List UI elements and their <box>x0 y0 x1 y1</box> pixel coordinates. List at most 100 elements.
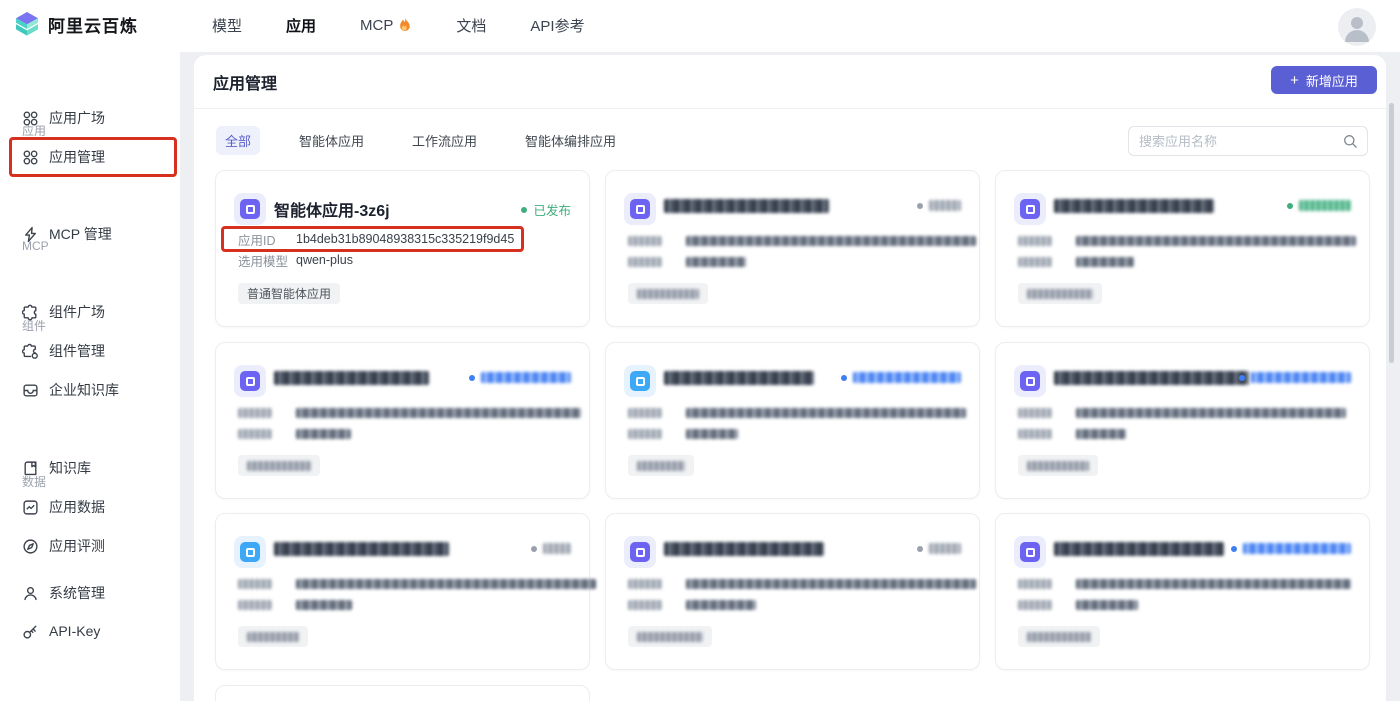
app-card[interactable] <box>215 513 596 670</box>
agent-app-icon <box>234 193 266 225</box>
app-status-redacted <box>853 372 961 383</box>
app-card[interactable]: 智能体应用-3z6j 应用ID 1b4deb31b89048938315c33521… <box>215 170 590 327</box>
app-model-value-redacted <box>296 600 352 610</box>
nav-item-5[interactable]: API参考 <box>530 15 584 36</box>
sidebar-item-企业知识库[interactable]: 企业知识库 <box>0 371 180 409</box>
nav-item-3[interactable]: MCP <box>360 17 412 34</box>
fire-icon <box>400 17 411 32</box>
app-status <box>1287 200 1351 211</box>
app-icon-glyph <box>245 547 255 557</box>
app-id-value-redacted <box>686 579 976 589</box>
app-card[interactable] <box>605 342 980 499</box>
meta-row-app-model-redacted <box>628 254 746 270</box>
app-icon-inner <box>240 542 260 562</box>
app-type-tag-redacted <box>238 455 320 476</box>
mcp-icon <box>25 226 36 242</box>
app-status <box>469 372 571 383</box>
status-dot-icon <box>1231 545 1237 552</box>
app-type-tag-redacted <box>628 283 708 304</box>
meta-row-app-model-redacted <box>628 597 756 613</box>
search-icon[interactable] <box>1343 134 1358 149</box>
app-icon-inner <box>1020 542 1040 562</box>
status-dot-icon <box>1287 202 1293 209</box>
sidebar-item-应用广场[interactable]: 应用广场 <box>0 99 180 137</box>
app-status-redacted <box>1299 200 1351 211</box>
tab-2[interactable]: 智能体应用 <box>290 126 373 155</box>
app-type-tag-redacted <box>238 626 308 647</box>
sidebar-item-应用数据[interactable]: 应用数据 <box>0 488 180 526</box>
nav-item-label: API参考 <box>530 17 585 35</box>
app-icon-glyph <box>1025 547 1035 557</box>
meta-row-app-model-redacted <box>1018 254 1134 270</box>
tab-3[interactable]: 工作流应用 <box>403 126 486 155</box>
app-status <box>841 372 961 383</box>
app-icon-inner <box>630 542 650 562</box>
app-model-label-redacted <box>238 429 272 439</box>
tag-redacted <box>637 460 685 471</box>
workflow-app-icon <box>624 365 656 397</box>
top-navigation: 模型 应用 MCP 文档 API参考 <box>212 0 585 50</box>
sidebar-item-mcp-管理[interactable]: MCP 管理 <box>0 215 180 253</box>
sidebar-item-知识库[interactable]: 知识库 <box>0 449 180 487</box>
app-status-redacted <box>929 200 961 211</box>
tag-redacted <box>1027 631 1091 642</box>
tag-redacted <box>247 631 299 642</box>
meta-row-app-model-redacted <box>238 597 352 613</box>
user-avatar[interactable] <box>1338 8 1376 46</box>
meta-row-app-model-redacted <box>1018 426 1126 442</box>
sidebar-item-组件管理[interactable]: 组件管理 <box>0 332 180 370</box>
tag-redacted <box>1027 460 1089 471</box>
person-icon <box>1345 17 1369 42</box>
app-card-partial[interactable] <box>215 685 590 701</box>
app-status-redacted <box>1251 372 1351 383</box>
app-id-value-redacted <box>686 236 976 246</box>
app-id-value-redacted <box>1076 408 1346 418</box>
app-type-tag-redacted <box>628 626 712 647</box>
meta-row-app-id-redacted <box>238 576 596 592</box>
app-icon-inner <box>630 199 650 219</box>
search-input[interactable] <box>1129 133 1343 149</box>
app-card[interactable] <box>995 342 1370 499</box>
sidebar-item-系统管理[interactable]: 系统管理 <box>0 574 180 612</box>
header-divider <box>194 108 1386 109</box>
app-status <box>1239 372 1351 383</box>
sidebar-item-label: 组件管理 <box>49 343 105 359</box>
add-app-button[interactable]: + 新增应用 <box>1271 66 1377 94</box>
sidebar-item-api-key[interactable]: API-Key <box>0 612 180 650</box>
scrollbar-thumb[interactable] <box>1389 103 1394 363</box>
app-id-value-redacted <box>296 408 581 418</box>
app-title-redacted <box>274 371 429 385</box>
nav-item-1[interactable]: 模型 <box>212 15 242 36</box>
tab-4[interactable]: 智能体编排应用 <box>516 126 625 155</box>
app-card[interactable] <box>995 170 1370 327</box>
app-model-label-redacted <box>1018 600 1052 610</box>
app-card[interactable] <box>995 513 1370 670</box>
puzzle-icon <box>22 304 37 320</box>
brand-logo[interactable]: 阿里云百炼 <box>14 11 138 37</box>
nav-item-4[interactable]: 文档 <box>456 15 486 36</box>
app-card[interactable] <box>605 513 980 670</box>
book-icon <box>24 460 37 475</box>
sidebar-item-应用管理[interactable]: 应用管理 <box>0 138 180 176</box>
app-model-label-redacted <box>628 429 662 439</box>
app-card[interactable] <box>605 170 980 327</box>
sidebar-item-label: 组件广场 <box>49 304 105 320</box>
tab-1[interactable]: 全部 <box>216 125 261 155</box>
add-app-button-label: 新增应用 <box>1305 73 1358 89</box>
app-status <box>531 543 571 554</box>
nav-item-2[interactable]: 应用 <box>286 15 316 36</box>
app-status <box>1231 543 1351 554</box>
app-model-label-redacted <box>1018 429 1052 439</box>
agent-app-icon <box>234 365 266 397</box>
app-id-label: 应用ID <box>238 233 276 248</box>
sidebar-item-组件广场[interactable]: 组件广场 <box>0 293 180 331</box>
sidebar-item-应用评测[interactable]: 应用评测 <box>0 527 180 565</box>
app-model-value-redacted <box>686 600 756 610</box>
brand-name: 阿里云百炼 <box>48 16 138 36</box>
nav-item-label: MCP <box>360 16 394 34</box>
page-title: 应用管理 <box>213 76 278 93</box>
sidebar-item-label: 系统管理 <box>49 585 105 601</box>
agent-app-icon <box>1014 536 1046 568</box>
app-type-tag-redacted <box>1018 455 1098 476</box>
app-card[interactable] <box>215 342 590 499</box>
